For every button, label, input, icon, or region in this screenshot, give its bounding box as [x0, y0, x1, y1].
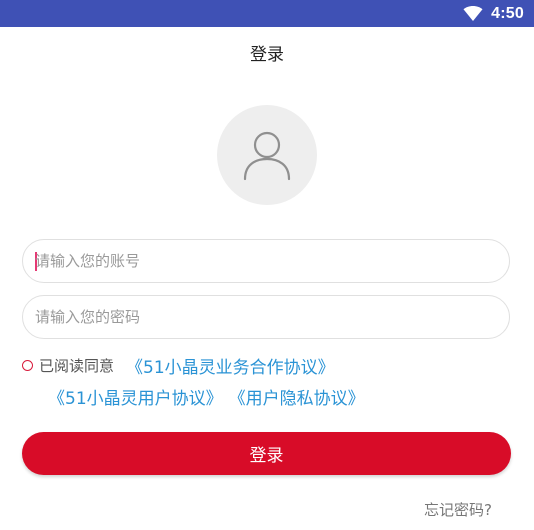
agreement-row: 已阅读同意 《51小晶灵业务合作协议》 — [22, 352, 335, 378]
page-title: 登录 — [250, 45, 284, 65]
user-icon — [241, 129, 293, 181]
privacy-agreement-link[interactable]: 《用户隐私协议》 — [229, 384, 365, 409]
login-screen: 4:50 登录 已阅读同意 《51小晶灵业务合作协议》 《51小晶灵用户协议》 … — [0, 0, 534, 530]
agreement-links-row: 《51小晶灵用户协议》 《用户隐私协议》 — [48, 383, 365, 409]
wifi-icon — [463, 5, 483, 22]
agreement-radio[interactable] — [22, 359, 33, 371]
status-indicators: 4:50 — [463, 0, 524, 27]
login-button[interactable]: 登录 — [22, 432, 511, 475]
status-bar: 4:50 — [0, 0, 534, 27]
business-agreement-link[interactable]: 《51小晶灵业务合作协议》 — [126, 353, 335, 378]
user-agreement-link[interactable]: 《51小晶灵用户协议》 — [48, 384, 223, 409]
status-time: 4:50 — [491, 4, 524, 22]
avatar[interactable] — [217, 105, 317, 205]
agreement-prefix: 已阅读同意 — [39, 356, 115, 375]
forgot-password-link[interactable]: 忘记密码? — [424, 500, 492, 520]
password-input[interactable] — [35, 296, 495, 338]
account-input[interactable] — [35, 240, 495, 282]
account-field[interactable] — [22, 239, 510, 283]
password-field[interactable] — [22, 295, 510, 339]
